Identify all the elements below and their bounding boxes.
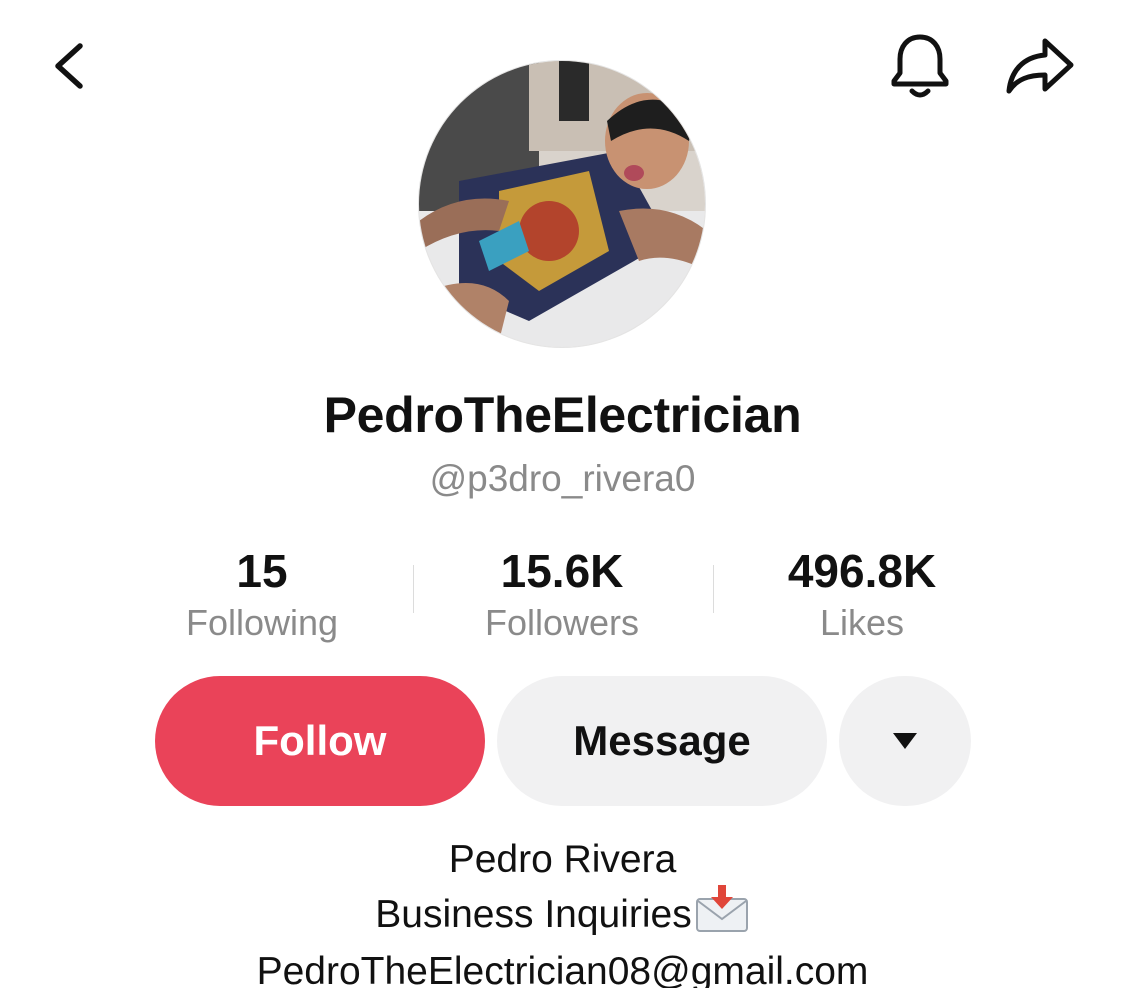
followers-count: 15.6K: [500, 545, 624, 597]
avatar-photo: [419, 61, 705, 347]
incoming-envelope-icon: [694, 885, 750, 946]
stat-followers[interactable]: 15.6K Followers: [412, 540, 712, 644]
following-count: 15: [236, 545, 288, 597]
profile-avatar[interactable]: [418, 60, 706, 348]
bio-business-line: Business Inquiries: [0, 885, 1125, 946]
message-button[interactable]: Message: [497, 676, 827, 806]
followers-label: Followers: [484, 602, 640, 643]
more-options-button[interactable]: [839, 676, 971, 806]
bio-name-line: Pedro Rivera: [448, 838, 677, 881]
triangle-down-icon: [893, 733, 917, 749]
likes-count: 496.8K: [787, 545, 937, 597]
profile-page: PedroTheElectrician @p3dro_rivera0 15 Fo…: [0, 0, 1125, 988]
chevron-left-icon: [55, 43, 83, 89]
display-name: PedroTheElectrician: [323, 387, 802, 443]
notification-bell-button[interactable]: [884, 30, 956, 102]
bell-icon: [891, 34, 949, 98]
stat-following[interactable]: 15 Following: [112, 540, 412, 644]
share-arrow-icon: [1006, 38, 1074, 94]
bio-email-line[interactable]: PedroTheElectrician08@gmail.com: [0, 946, 1125, 988]
following-label: Following: [185, 602, 339, 643]
bio-business-text: Business Inquiries: [375, 893, 692, 936]
likes-label: Likes: [819, 602, 905, 643]
back-button[interactable]: [38, 36, 98, 96]
username-handle: @p3dro_rivera0: [429, 458, 696, 499]
share-button[interactable]: [1000, 30, 1080, 102]
stat-likes[interactable]: 496.8K Likes: [712, 540, 1012, 644]
follow-button[interactable]: Follow: [155, 676, 485, 806]
profile-bio: Pedro Rivera Business Inquiries PedroThe…: [0, 834, 1125, 988]
